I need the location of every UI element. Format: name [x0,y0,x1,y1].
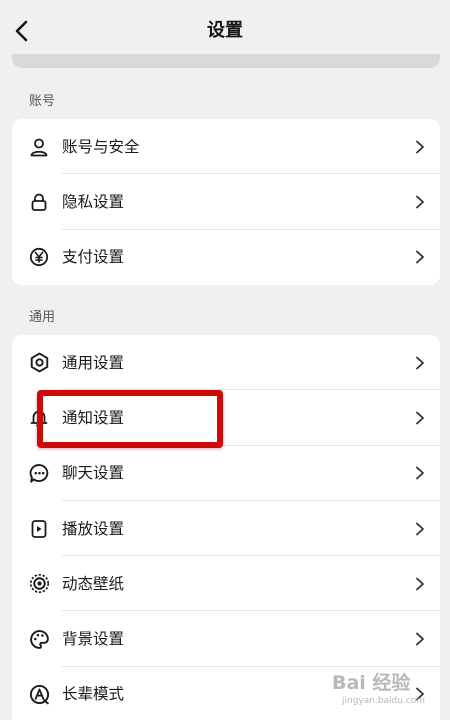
bell-icon [28,407,50,429]
settings-item-background[interactable]: 背景设置 [12,611,440,667]
page-title: 设置 [207,20,243,41]
settings-item-chat[interactable]: 聊天设置 [12,446,440,501]
chat-bubble-icon [28,462,50,484]
person-icon [28,136,50,158]
chevron-right-icon [416,250,424,264]
settings-item-elder-mode[interactable]: 长辈模式 [12,667,440,720]
settings-item-label: 聊天设置 [62,464,125,483]
chevron-right-icon [416,356,424,370]
section-label-account: 账号 [29,94,56,109]
settings-item-label: 背景设置 [62,630,125,649]
settings-item-playback[interactable]: 播放设置 [12,501,440,557]
settings-item-general[interactable]: 通用设置 [12,335,440,391]
settings-item-live-wallpaper[interactable]: 动态壁纸 [12,556,440,612]
settings-item-label: 动态壁纸 [62,574,125,593]
section-label-general: 通用 [29,310,56,325]
wallpaper-icon [28,573,50,595]
palette-icon [28,628,50,650]
settings-item-label: 通用设置 [62,353,125,372]
chevron-right-icon [416,632,424,646]
settings-item-label: 播放设置 [62,519,125,538]
settings-item-label: 隐私设置 [62,192,125,211]
yen-icon [28,246,50,268]
settings-item-label: 支付设置 [62,248,125,267]
account-card: 账号与安全 隐私设置 支付设置 [12,119,440,285]
chevron-right-icon [416,140,424,154]
elder-mode-icon [28,683,50,705]
chevron-right-icon [416,195,424,209]
gear-icon [28,352,50,374]
settings-item-label: 账号与安全 [62,137,140,156]
general-card: 通用设置 通知设置 聊天设置 播放设置 动态壁纸 背景设置 长辈模式 [12,335,440,720]
lock-icon [28,191,50,213]
settings-item-notification[interactable]: 通知设置 [12,390,440,446]
settings-item-label: 通知设置 [62,408,125,427]
chevron-right-icon [416,466,424,480]
previous-card-edge [12,54,440,68]
settings-item-privacy[interactable]: 隐私设置 [12,174,440,230]
chevron-right-icon [416,577,424,591]
chevron-right-icon [416,688,424,701]
chevron-right-icon [416,522,424,535]
settings-item-payment[interactable]: 支付设置 [12,230,440,285]
top-bar: 设置 [0,0,450,60]
settings-item-account-security[interactable]: 账号与安全 [12,119,440,175]
chevron-right-icon [416,411,424,425]
settings-item-label: 长辈模式 [62,685,125,704]
play-device-icon [28,518,50,540]
